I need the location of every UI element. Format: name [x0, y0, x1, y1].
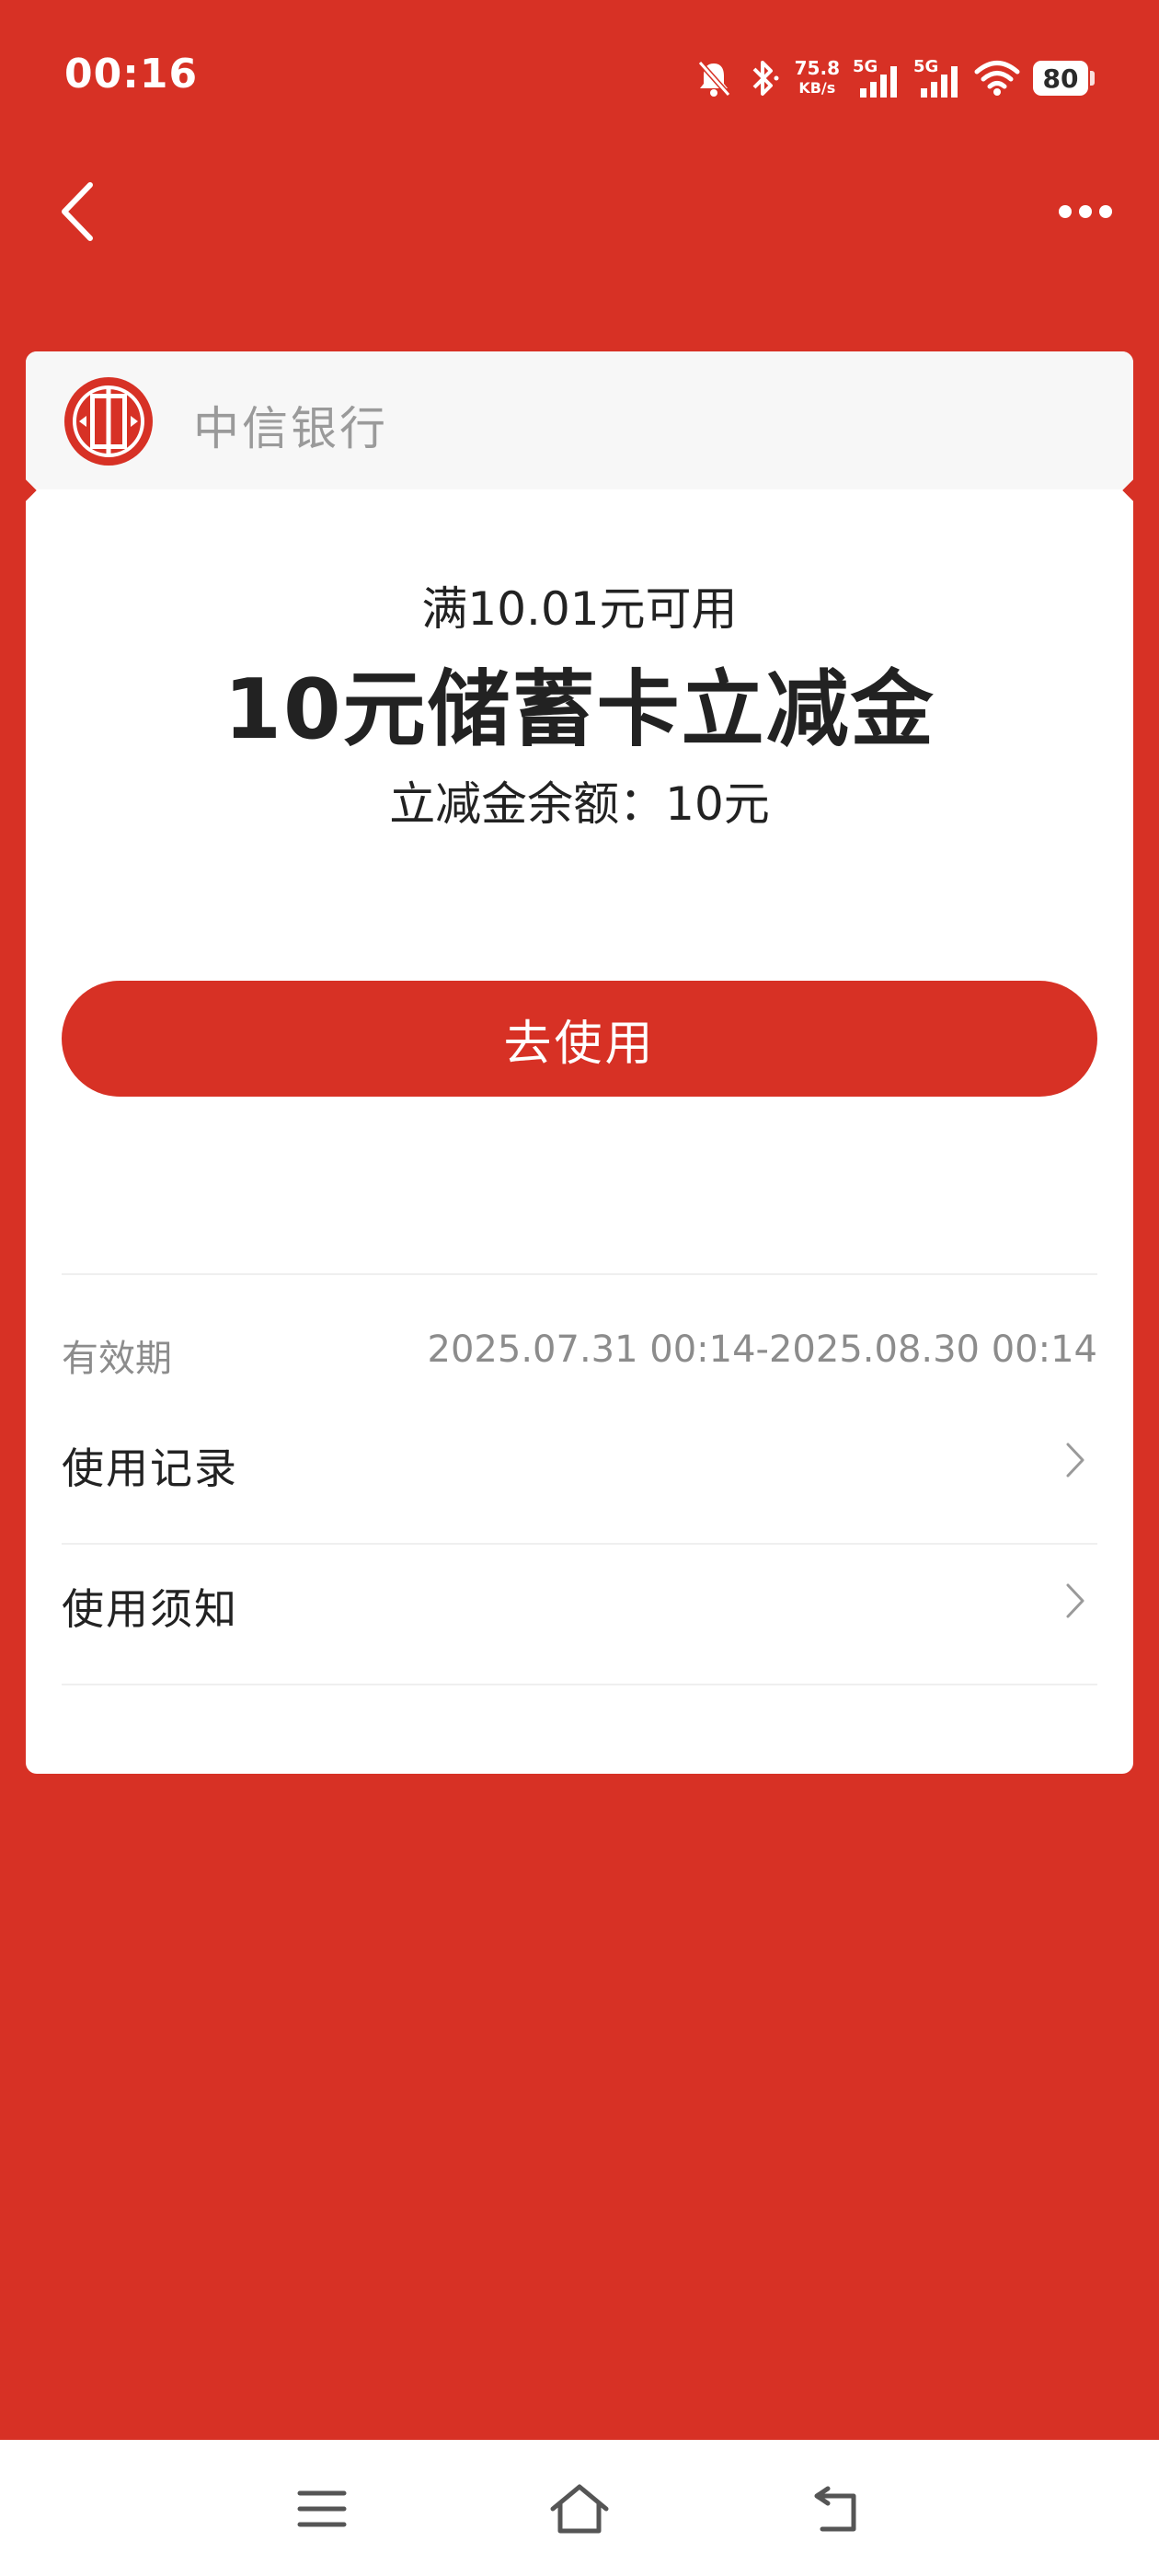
bluetooth-icon: [745, 57, 782, 99]
wifi-icon: [974, 60, 1020, 97]
signal-5g-icon: 5G: [853, 57, 901, 99]
home-icon: [550, 2484, 609, 2534]
validity-row: 有效期 2025.07.31 00:14-2025.08.30 00:14: [62, 1317, 1097, 1391]
menu-icon: [297, 2490, 347, 2527]
back-nav-button[interactable]: [791, 2467, 883, 2550]
voucher-card: 中信银行 满10.01元可用 10元储蓄卡立减金 立减金余额：10元 去使用 有…: [26, 351, 1133, 1774]
use-voucher-button[interactable]: 去使用: [62, 981, 1097, 1097]
status-bar: 00:16 75.8 KB/s 5G 5G 80: [0, 0, 1159, 156]
chevron-right-icon: [1066, 1443, 1084, 1478]
mute-bell-icon: [695, 58, 732, 98]
signal1-label: 5G: [853, 57, 878, 76]
signal-5g-2-icon: 5G: [913, 57, 961, 99]
back-arrow-icon: [814, 2486, 856, 2532]
more-options-button[interactable]: [1049, 184, 1122, 239]
system-nav-bar: [0, 2440, 1159, 2576]
battery-icon: 80: [1033, 61, 1095, 96]
home-button[interactable]: [534, 2467, 625, 2550]
citic-bank-logo-icon: [63, 375, 155, 467]
net-speed-unit: KB/s: [798, 79, 836, 97]
card-header: 中信银行: [26, 351, 1133, 489]
back-button[interactable]: [46, 175, 110, 248]
status-icons: 75.8 KB/s 5G 5G 80: [695, 51, 1095, 106]
more-dots-icon: [1059, 205, 1112, 218]
divider: [62, 1684, 1097, 1685]
status-time: 00:16: [64, 51, 199, 98]
voucher-title: 10元储蓄卡立减金: [224, 661, 935, 758]
divider: [62, 1273, 1097, 1275]
usage-notice-row[interactable]: 使用须知: [62, 1532, 1097, 1670]
validity-label: 有效期: [62, 1338, 172, 1380]
network-speed: 75.8 KB/s: [795, 59, 840, 98]
chevron-left-icon: [62, 182, 93, 241]
usage-notice-label: 使用须知: [62, 1584, 238, 1634]
menu-button[interactable]: [276, 2467, 368, 2550]
signal2-label: 5G: [913, 57, 939, 76]
usage-records-row[interactable]: 使用记录: [62, 1391, 1097, 1529]
battery-level: 80: [1033, 61, 1088, 96]
usage-records-label: 使用记录: [62, 1443, 238, 1493]
net-speed-value: 75.8: [794, 57, 840, 79]
validity-value: 2025.07.31 00:14-2025.08.30 00:14: [427, 1328, 1097, 1371]
voucher-balance: 立减金余额：10元: [389, 777, 770, 831]
chevron-right-icon: [1066, 1583, 1084, 1618]
usage-condition: 满10.01元可用: [421, 582, 738, 636]
bank-name: 中信银行: [193, 402, 388, 455]
